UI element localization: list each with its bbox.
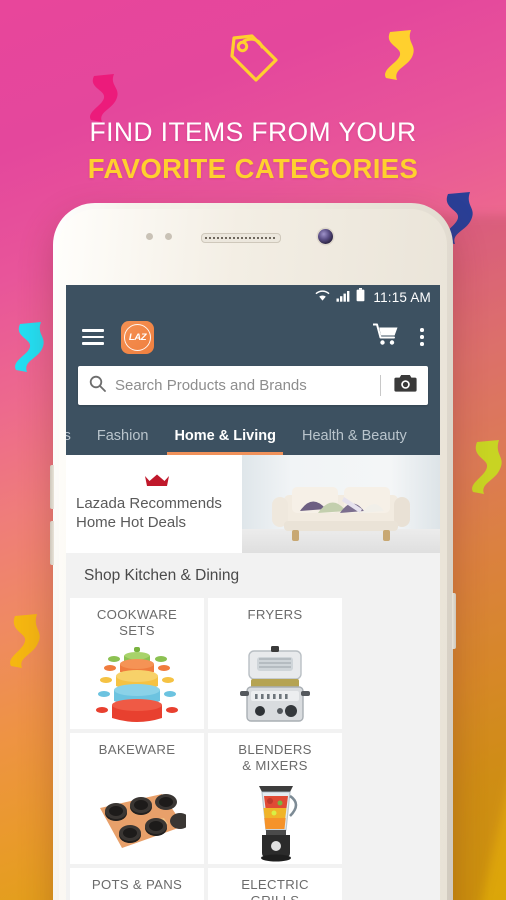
wifi-icon — [315, 289, 330, 307]
ribbon-yellow-icon — [380, 28, 418, 80]
ribbon-lime-icon — [466, 438, 506, 494]
recommend-text: Lazada Recommends Home Hot Deals — [66, 455, 242, 553]
lazada-logo[interactable]: LAZ — [121, 320, 154, 354]
promo-screenshot: FIND ITEMS FROM YOUR FAVORITE CATEGORIES — [0, 0, 506, 900]
ribbon-cyan-icon — [10, 320, 48, 372]
category-tabs: onics Fashion Home & Living Health & Bea… — [66, 417, 440, 455]
search-bar[interactable]: Search Products and Brands — [78, 366, 428, 405]
blender-art — [208, 776, 342, 862]
ribbon-magenta-icon — [84, 72, 122, 122]
tile-blenders-mixers[interactable]: BLENDERS & MIXERS — [208, 733, 342, 864]
tile-label: BAKEWARE — [98, 742, 176, 757]
proximity-sensor-icon — [146, 233, 153, 240]
deep-fryer-art — [208, 641, 342, 727]
recommend-line-2: Home Hot Deals — [76, 514, 187, 531]
logo-text: LAZ — [128, 331, 147, 343]
kebab-menu-icon[interactable] — [417, 325, 427, 349]
tab-home-and-living[interactable]: Home & Living — [161, 417, 289, 455]
promo-headline: FIND ITEMS FROM YOUR FAVORITE CATEGORIES — [0, 117, 506, 184]
power-button[interactable] — [452, 593, 456, 649]
app-bar: LAZ — [66, 310, 440, 364]
tile-label: COOKWARE SETS — [96, 607, 178, 638]
headline-line-2: FAVORITE CATEGORIES — [87, 152, 419, 184]
search-input[interactable]: Search Products and Brands — [115, 377, 374, 394]
tile-fryers[interactable]: FRYERS — [208, 598, 342, 729]
tab-fashion[interactable]: Fashion — [84, 417, 162, 455]
tile-label: ELECTRIC GRILLS — [241, 877, 309, 900]
tile-pots-pans[interactable]: POTS & PANS — [70, 868, 204, 900]
camera-icon[interactable] — [394, 374, 417, 398]
hamburger-menu-icon[interactable] — [82, 329, 104, 345]
muffin-tin-art — [70, 776, 204, 862]
category-grid: COOKWARE SETS FRYERS BAKEWARE BLENDERS &… — [66, 598, 440, 900]
search-icon — [89, 375, 106, 397]
sofa-illustration — [270, 473, 412, 550]
ribbon-gold-icon — [4, 612, 44, 668]
volume-down-button[interactable] — [50, 521, 54, 565]
tile-electric-grills[interactable]: ELECTRIC GRILLS — [208, 868, 342, 900]
phone-screen: 11:15 AM LAZ Search Products and Brands … — [66, 285, 440, 900]
signal-icon — [336, 289, 350, 307]
logo-ring: LAZ — [124, 323, 151, 351]
shopping-cart-icon[interactable] — [372, 323, 399, 351]
stacked-pots-art — [70, 641, 204, 727]
phone-mockup: 11:15 AM LAZ Search Products and Brands … — [50, 203, 456, 900]
recommend-line-1: Lazada Recommends — [76, 495, 222, 512]
tile-label: POTS & PANS — [91, 877, 183, 892]
front-camera-icon — [318, 229, 333, 244]
price-tag-icon — [222, 28, 284, 95]
headline-line-1: FIND ITEMS FROM YOUR — [89, 117, 417, 147]
recommend-banner[interactable]: Lazada Recommends Home Hot Deals — [66, 455, 440, 553]
search-section: Search Products and Brands — [66, 364, 440, 417]
earpiece-speaker — [201, 233, 281, 243]
tile-label: FRYERS — [247, 607, 303, 622]
sofa-photo — [242, 455, 440, 553]
light-sensor-icon — [165, 233, 172, 240]
tab-electronics[interactable]: onics — [66, 417, 84, 455]
search-divider — [380, 375, 381, 396]
section-title: Shop Kitchen & Dining — [66, 553, 440, 598]
volume-up-button[interactable] — [50, 465, 54, 509]
tab-health-and-beauty[interactable]: Health & Beauty — [289, 417, 420, 455]
battery-icon — [356, 288, 365, 307]
tile-bakeware[interactable]: BAKEWARE — [70, 733, 204, 864]
status-bar-clock: 11:15 AM — [373, 290, 431, 305]
tile-cookware-sets[interactable]: COOKWARE SETS — [70, 598, 204, 729]
page-content: Lazada Recommends Home Hot Deals Shop Ki… — [66, 455, 440, 900]
tile-label: BLENDERS & MIXERS — [238, 742, 312, 773]
status-bar: 11:15 AM — [66, 285, 440, 310]
crown-icon — [144, 473, 242, 492]
